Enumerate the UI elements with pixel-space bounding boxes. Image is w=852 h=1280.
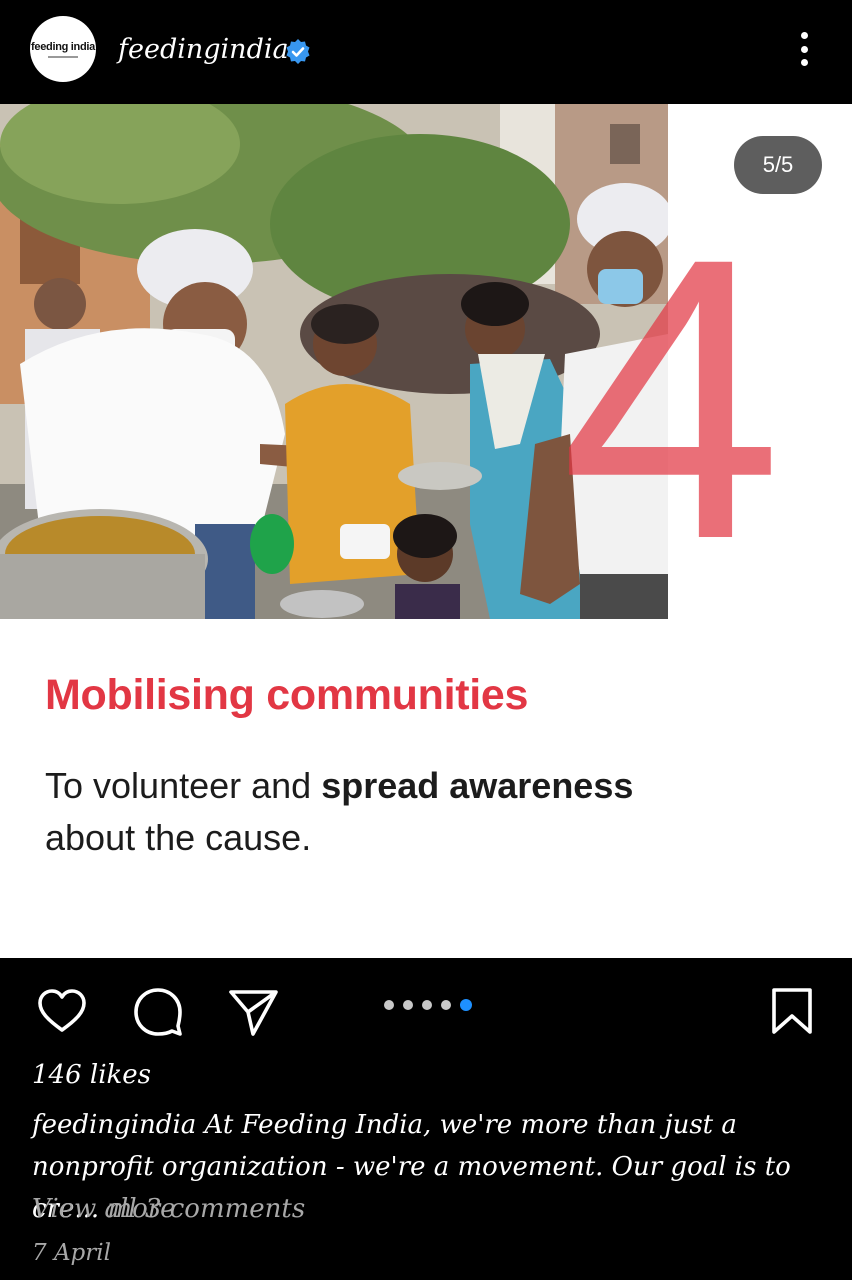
post-body-text: To volunteer and spread awareness about … — [45, 760, 745, 864]
post-date: 7 April — [32, 1240, 111, 1266]
carousel-dot — [403, 1000, 413, 1010]
avatar-logo-text: feeding india — [31, 40, 95, 53]
carousel-dot-active — [460, 999, 472, 1011]
post-carousel-slide[interactable]: 4 5/5 Mobilising communities To voluntee… — [0, 104, 852, 958]
view-comments-link[interactable]: View all 3 comments — [32, 1194, 305, 1224]
post-header: feeding india feedingindia — [0, 0, 852, 104]
more-vertical-icon[interactable] — [790, 28, 818, 70]
carousel-dot — [441, 1000, 451, 1010]
post-headline: Mobilising communities — [45, 671, 529, 719]
post-body-end: about the cause. — [45, 817, 312, 858]
carousel-indicator — [384, 999, 472, 1011]
carousel-dot — [422, 1000, 432, 1010]
bookmark-icon[interactable] — [766, 986, 818, 1038]
carousel-dot — [384, 1000, 394, 1010]
heart-icon[interactable] — [36, 986, 88, 1038]
avatar-logo-underline — [48, 55, 78, 58]
post-body-bold: spread awareness — [321, 765, 634, 806]
avatar[interactable]: feeding india — [30, 16, 96, 82]
send-icon[interactable] — [228, 986, 280, 1038]
caption-username[interactable]: feedingindia — [32, 1110, 196, 1140]
post-body-plain: To volunteer and — [45, 765, 322, 806]
verified-badge-icon — [286, 39, 310, 64]
comment-icon[interactable] — [132, 986, 184, 1038]
slide-counter-badge: 5/5 — [734, 136, 822, 194]
slide-number: 4 — [560, 175, 783, 622]
likes-count[interactable]: 146 likes — [32, 1060, 151, 1090]
username[interactable]: feedingindia — [118, 34, 289, 65]
